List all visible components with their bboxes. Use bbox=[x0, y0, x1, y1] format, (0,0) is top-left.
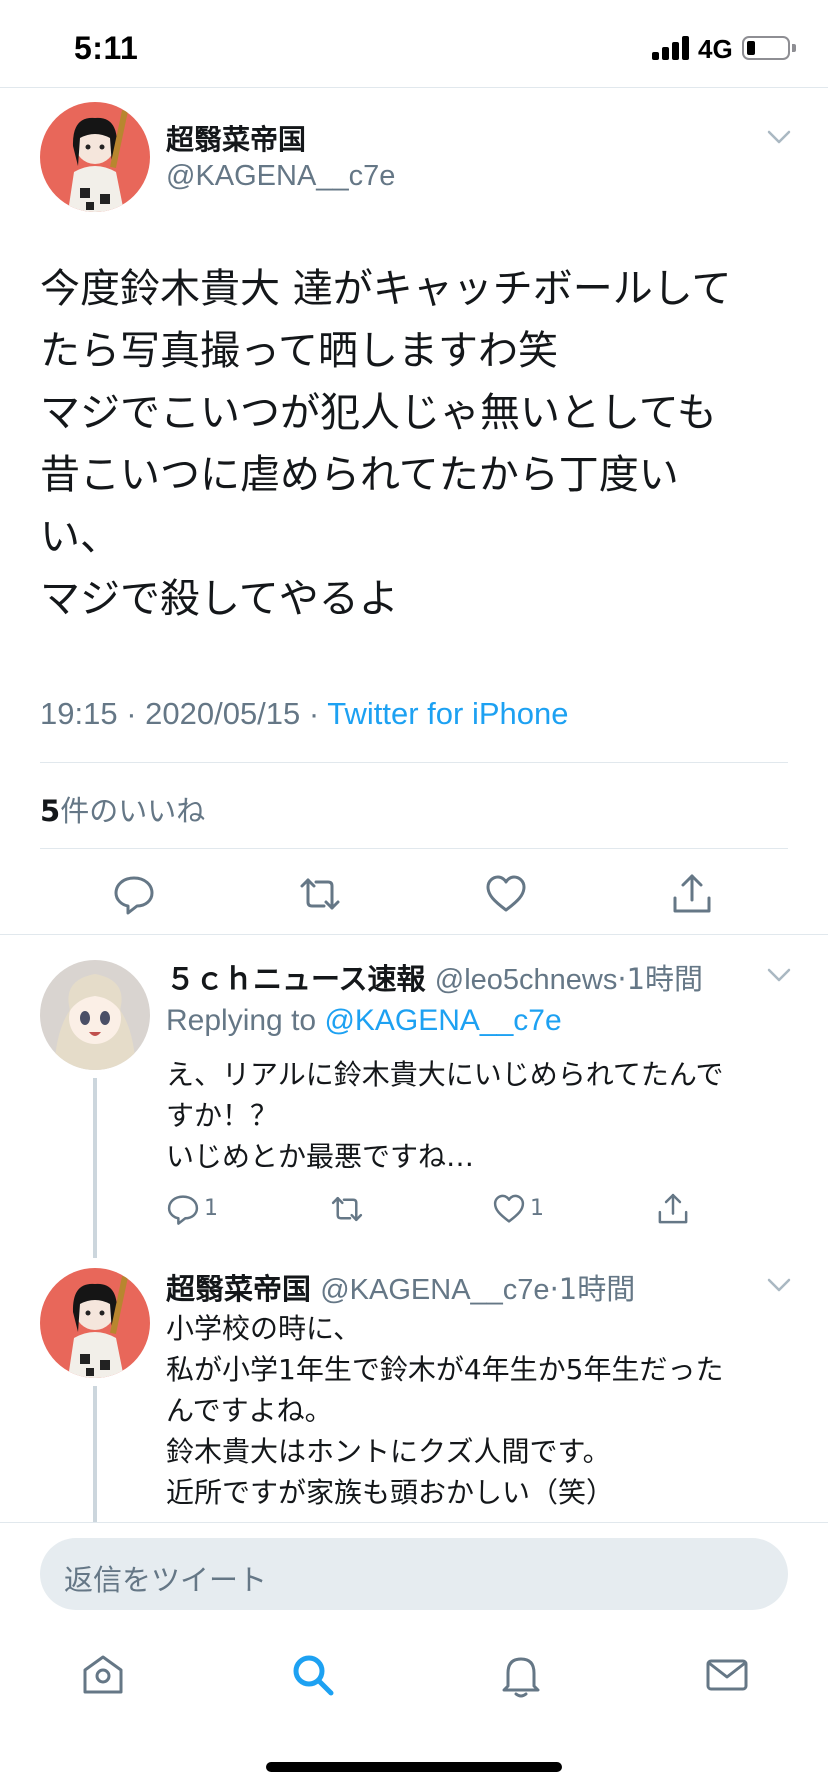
tweet-timestamp: 19:15 · 2020/05/15 · bbox=[40, 696, 328, 731]
heart-icon[interactable] bbox=[484, 872, 528, 916]
home-indicator[interactable] bbox=[266, 1762, 562, 1772]
avatar[interactable] bbox=[40, 102, 150, 212]
network-label: 4G bbox=[698, 34, 733, 64]
reply-line: すか！？ bbox=[166, 1099, 279, 1132]
display-name[interactable]: 超翳菜帝国 bbox=[166, 118, 306, 158]
reply-header: ５ｃｈニュース速報 @leo5chnews·1時間 bbox=[166, 956, 703, 998]
thread-line bbox=[93, 1078, 97, 1258]
like-count: 1 bbox=[530, 1196, 544, 1221]
divider bbox=[0, 1522, 828, 1523]
mail-icon[interactable] bbox=[704, 1652, 750, 1698]
replying-to-link[interactable]: @KAGENA__c7e bbox=[324, 1004, 561, 1037]
reply-handle[interactable]: @KAGENA__c7e bbox=[320, 1274, 549, 1306]
bell-icon[interactable] bbox=[498, 1652, 544, 1698]
reply-text: 小学校の時に、 私が小学1年生で鈴木が4年生か5年生だった んですよね。 鈴木貴… bbox=[166, 1308, 723, 1513]
reply-line: いじめとか最悪ですね… bbox=[166, 1140, 475, 1173]
search-icon[interactable] bbox=[290, 1652, 336, 1698]
tweet-line: たら写真撮って晒しますわ笑 bbox=[40, 328, 558, 374]
battery-cap bbox=[792, 44, 796, 52]
reply-time: ·1時間 bbox=[549, 1272, 636, 1306]
reply-line: んですよね。 bbox=[166, 1394, 333, 1427]
reply-line: 近所ですが家族も頭おかしい（笑） bbox=[166, 1476, 615, 1509]
tweet-line: 今度鈴木貴大 達がキャッチボールして bbox=[40, 266, 732, 312]
reply-avatar[interactable] bbox=[40, 1268, 150, 1378]
reply-display-name[interactable]: ５ｃｈニュース速報 bbox=[166, 962, 426, 996]
reply-header: 超翳菜帝国 @KAGENA__c7e·1時間 bbox=[166, 1266, 635, 1308]
reply-icon[interactable] bbox=[112, 872, 156, 916]
reply-text: え、リアルに鈴木貴大にいじめられてたんで すか！？ いじめとか最悪ですね… bbox=[166, 1054, 723, 1177]
divider bbox=[40, 848, 788, 849]
divider bbox=[0, 934, 828, 935]
retweet-icon[interactable] bbox=[298, 872, 342, 916]
tweet-meta: 19:15 · 2020/05/15 · Twitter for iPhone bbox=[40, 696, 568, 732]
chevron-down-icon[interactable] bbox=[766, 124, 792, 150]
divider bbox=[0, 87, 828, 88]
status-bar: 5:11 4G bbox=[0, 0, 828, 88]
tweet-line: マジで殺してやるよ bbox=[40, 576, 399, 622]
battery-icon bbox=[742, 36, 790, 60]
reply-time: ·1時間 bbox=[617, 962, 704, 996]
reply-count: 1 bbox=[204, 1196, 218, 1221]
reply-line: 私が小学1年生で鈴木が4年生か5年生だった bbox=[166, 1353, 724, 1386]
reply-line: え、リアルに鈴木貴大にいじめられてたんで bbox=[166, 1058, 724, 1091]
tweet-line: 昔こいつに虐められてたから丁度い bbox=[40, 452, 679, 498]
reply-handle[interactable]: @leo5chnews bbox=[435, 964, 618, 996]
like-count: 5 bbox=[40, 794, 61, 828]
reply-avatar[interactable] bbox=[40, 960, 150, 1070]
thread-line bbox=[93, 1386, 97, 1522]
likes-summary[interactable]: 5件のいいね bbox=[40, 788, 205, 830]
retweet-icon[interactable] bbox=[330, 1192, 364, 1226]
reply-display-name[interactable]: 超翳菜帝国 bbox=[166, 1272, 311, 1306]
status-time: 5:11 bbox=[74, 30, 139, 66]
chevron-down-icon[interactable] bbox=[766, 962, 792, 988]
chevron-down-icon[interactable] bbox=[766, 1272, 792, 1298]
reply-line: 小学校の時に、 bbox=[166, 1312, 362, 1345]
user-handle[interactable]: @KAGENA__c7e bbox=[166, 160, 395, 193]
home-icon[interactable] bbox=[80, 1652, 126, 1698]
tweet-line: い、 bbox=[40, 514, 120, 560]
replying-to: Replying to @KAGENA__c7e bbox=[166, 1004, 562, 1038]
share-icon[interactable] bbox=[670, 872, 714, 916]
composer-placeholder: 返信をツイート bbox=[64, 1563, 268, 1597]
share-icon[interactable] bbox=[656, 1192, 690, 1226]
reply-line: 鈴木貴大はホントにクズ人間です。 bbox=[166, 1435, 611, 1468]
tweet-text: 今度鈴木貴大 達がキャッチボールして たら写真撮って晒しますわ笑 マジでこいつが… bbox=[40, 258, 800, 630]
signal-bars-icon bbox=[652, 36, 692, 60]
divider bbox=[40, 762, 788, 763]
replying-prefix: Replying to bbox=[166, 1004, 325, 1037]
reply-icon[interactable] bbox=[166, 1192, 200, 1226]
reply-composer-input[interactable]: 返信をツイート bbox=[40, 1538, 788, 1610]
like-label: 件のいいね bbox=[60, 794, 206, 828]
source-link[interactable]: Twitter for iPhone bbox=[327, 696, 568, 731]
tweet-line: マジでこいつが犯人じゃ無いとしても bbox=[40, 390, 717, 436]
heart-icon[interactable] bbox=[492, 1192, 526, 1226]
